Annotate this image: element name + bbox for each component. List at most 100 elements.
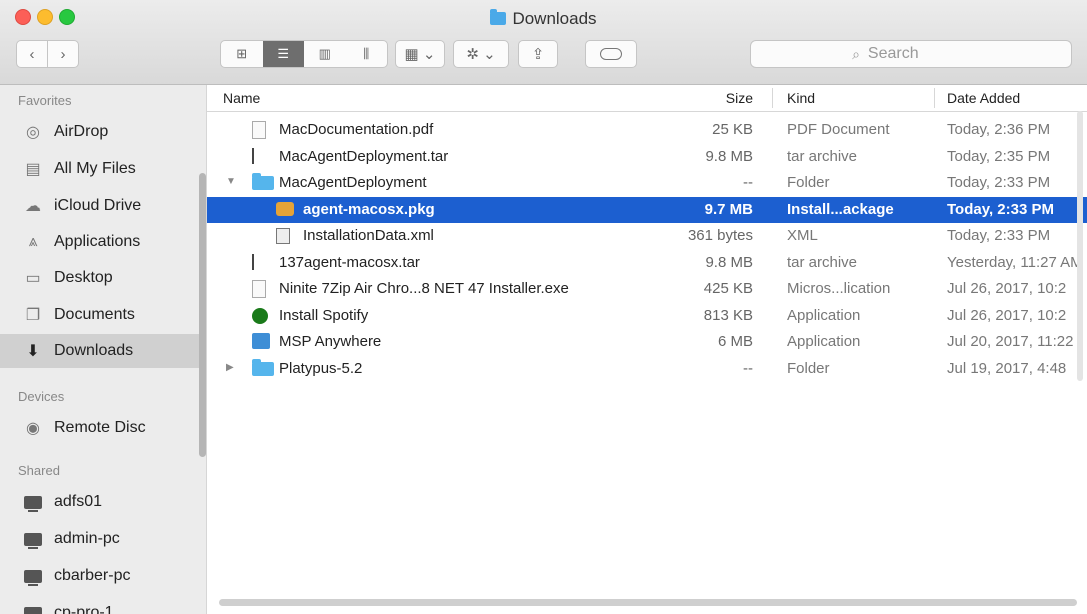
sidebar-item-admin-pc[interactable]: admin-pc xyxy=(0,522,206,556)
column-divider[interactable] xyxy=(772,88,773,108)
sidebar-item-label: Downloads xyxy=(54,342,134,359)
file-list: Name Size Kind Date Added MacDocumentati… xyxy=(207,85,1087,614)
tag-icon xyxy=(600,48,622,60)
column-header-size[interactable]: Size xyxy=(707,90,753,106)
arrange-button[interactable]: ▦ ⌄ xyxy=(395,40,445,68)
gear-icon: ✲ ⌄ xyxy=(466,46,496,63)
forward-button[interactable]: › xyxy=(47,40,79,68)
desktop-icon: ▭ xyxy=(25,270,41,287)
coverflow-view-button[interactable]: ⫼ xyxy=(346,41,388,67)
sidebar-item-label: AirDrop xyxy=(54,123,109,140)
file-size: 9.8 MB xyxy=(705,253,753,271)
window-title-text: Downloads xyxy=(512,9,597,28)
file-date-added: Today, 2:36 PM xyxy=(947,121,1051,138)
table-row[interactable]: InstallationData.xml 361 bytes XML Today, 2… xyxy=(207,223,1087,249)
sidebar-devices-heading: Devices xyxy=(18,389,65,404)
sidebar-item-label: admin-pc xyxy=(54,530,120,547)
sidebar-item-adfs01[interactable]: adfs01 xyxy=(0,485,206,519)
computer-icon xyxy=(22,492,44,512)
file-kind: PDF Document xyxy=(787,121,890,138)
file-kind: Install...ackage xyxy=(787,200,894,218)
file-kind: Application xyxy=(787,306,861,324)
computer-icon xyxy=(22,603,44,614)
file-size: 9.7 MB xyxy=(704,200,753,218)
file-date-added: Jul 19, 2017, 4:48 xyxy=(947,359,1067,377)
forward-chevron-icon: › xyxy=(60,45,66,63)
search-field[interactable]: ⌕ xyxy=(750,40,1072,68)
sidebar-item-documents[interactable]: ❐ Documents xyxy=(0,298,206,332)
table-row[interactable]: ▼ MacAgentDeployment -- Folder Today, 2:33 P… xyxy=(207,170,1087,196)
column-divider[interactable] xyxy=(934,88,935,108)
file-date-added: Today, 2:33 PM xyxy=(947,227,1051,244)
table-row[interactable]: MSP Anywhere 6 MB Application Jul 20, 2017,… xyxy=(207,329,1087,355)
sidebar-favorites-heading: Favorites xyxy=(18,93,72,108)
sidebar-item-applications[interactable]: ⩓ Applications xyxy=(0,225,206,259)
action-button[interactable]: ✲ ⌄ xyxy=(453,40,509,68)
pdf-file-icon xyxy=(252,121,266,139)
finder-window: Downloads ‹ › ⊞ ☰ ▥ ⫼ ▦ ⌄ ✲ ⌄ ⇪ ⌕ Favori… xyxy=(0,0,1087,614)
archive-icon xyxy=(252,253,264,270)
computer-icon xyxy=(22,566,44,586)
column-header-kind[interactable]: Kind xyxy=(787,90,815,106)
disclosure-triangle-icon[interactable]: ▶ xyxy=(226,362,234,373)
file-size: -- xyxy=(743,174,753,191)
list-view-button[interactable]: ☰ xyxy=(262,41,304,67)
file-kind: Folder xyxy=(787,174,830,191)
table-row[interactable]: Ninite 7Zip Air Chro...8 NET 47 Installe… xyxy=(207,276,1087,302)
back-button[interactable]: ‹ xyxy=(16,40,48,68)
sidebar-scrollbar[interactable] xyxy=(199,173,206,457)
column-header: Name Size Kind Date Added xyxy=(207,85,1087,112)
column-header-date-added[interactable]: Date Added xyxy=(947,90,1020,106)
sidebar-item-label: Applications xyxy=(54,233,141,250)
file-date-added: Today, 2:33 PM xyxy=(947,200,1054,218)
sidebar-item-downloads[interactable]: ⬇ Downloads xyxy=(0,334,206,368)
file-kind: Application xyxy=(787,333,861,350)
table-row[interactable]: MacAgentDeployment.tar 9.8 MB tar archive T… xyxy=(207,144,1087,170)
table-row[interactable]: agent-macosx.pkg 9.7 MB Install...ackage To… xyxy=(207,196,1087,223)
sidebar-item-label: cp-pro-1 xyxy=(54,604,114,614)
table-row[interactable]: MacDocumentation.pdf 25 KB PDF Document Tod… xyxy=(207,117,1087,143)
file-date-added: Jul 20, 2017, 11:22 xyxy=(947,333,1074,350)
xml-file-icon xyxy=(276,228,290,244)
table-row[interactable]: Install Spotify 813 KB Application Jul 26, … xyxy=(207,303,1087,329)
search-icon: ⌕ xyxy=(852,45,860,62)
sidebar-item-icloud-drive[interactable]: ☁ iCloud Drive xyxy=(0,189,206,223)
downloads-icon: ⬇ xyxy=(26,343,40,360)
sidebar-item-label: Desktop xyxy=(54,269,113,286)
file-kind: tar archive xyxy=(787,147,858,165)
column-view-button[interactable]: ▥ xyxy=(304,41,346,67)
list-icon: ☰ xyxy=(277,46,290,61)
search-input[interactable] xyxy=(865,44,970,64)
disclosure-triangle-icon[interactable]: ▼ xyxy=(226,176,236,187)
vertical-scrollbar[interactable] xyxy=(1077,111,1083,381)
file-size: -- xyxy=(743,359,753,377)
horizontal-scrollbar[interactable] xyxy=(219,599,1077,606)
sidebar-item-airdrop[interactable]: ◎ AirDrop xyxy=(0,115,206,149)
file-size: 425 KB xyxy=(703,280,753,297)
file-date-added: Today, 2:33 PM xyxy=(947,174,1051,191)
columns-icon: ▥ xyxy=(318,46,331,61)
sidebar-item-label: iCloud Drive xyxy=(54,197,142,214)
table-row[interactable]: ▶ Platypus-5.2 -- Folder Jul 19, 2017, 4:48 xyxy=(207,356,1087,382)
sidebar-shared-heading: Shared xyxy=(18,463,60,478)
computer-icon xyxy=(22,529,44,549)
pc-shape xyxy=(24,606,42,614)
file-size: 813 KB xyxy=(703,306,753,324)
tags-button[interactable] xyxy=(585,40,637,68)
column-header-name[interactable]: Name xyxy=(223,90,260,106)
share-button[interactable]: ⇪ xyxy=(518,40,558,68)
pc-shape xyxy=(24,495,42,512)
coverflow-icon: ⫼ xyxy=(363,46,370,61)
sidebar-item-cp-pro-1[interactable]: cp-pro-1 xyxy=(0,596,206,614)
sidebar-item-desktop[interactable]: ▭ Desktop xyxy=(0,261,206,295)
icon-view-button[interactable]: ⊞ xyxy=(221,41,263,67)
package-icon xyxy=(276,201,294,216)
file-size: 9.8 MB xyxy=(705,147,753,165)
applications-icon: ⩓ xyxy=(28,233,38,250)
sidebar-item-label: Remote Disc xyxy=(54,419,146,436)
sidebar-item-label: Documents xyxy=(54,306,135,323)
table-row[interactable]: 137agent-macosx.tar 9.8 MB tar archive Yest… xyxy=(207,250,1087,276)
sidebar-item-all-my-files[interactable]: ▤ All My Files xyxy=(0,152,206,186)
sidebar-item-remote-disc[interactable]: ◉ Remote Disc xyxy=(0,411,206,445)
sidebar-item-cbarber-pc[interactable]: cbarber-pc xyxy=(0,559,206,593)
